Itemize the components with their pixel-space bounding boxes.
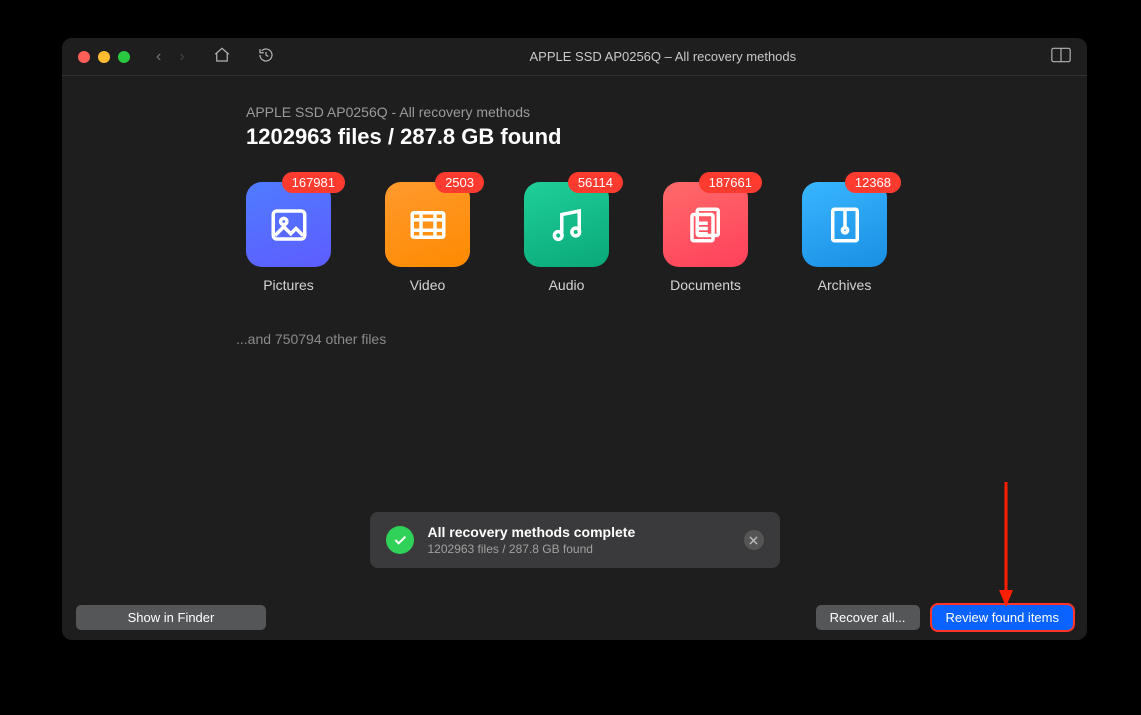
category-row: 167981 Pictures 2503 Video 56114 Audio (246, 182, 1047, 293)
video-label: Video (410, 277, 446, 293)
category-audio[interactable]: 56114 Audio (524, 182, 609, 293)
close-icon (749, 536, 758, 545)
audio-tile: 56114 (524, 182, 609, 267)
window-title: APPLE SSD AP0256Q – All recovery methods (275, 49, 1051, 64)
documents-tile: 187661 (663, 182, 748, 267)
documents-icon (685, 204, 727, 246)
video-icon (407, 204, 449, 246)
check-icon (386, 526, 414, 554)
archives-label: Archives (818, 277, 872, 293)
nav-forward-button[interactable]: › (179, 49, 184, 65)
toast-close-button[interactable] (744, 530, 764, 550)
zoom-window-button[interactable] (118, 51, 130, 63)
video-count-badge: 2503 (435, 172, 484, 193)
category-video[interactable]: 2503 Video (385, 182, 470, 293)
documents-label: Documents (670, 277, 741, 293)
toast-subtitle: 1202963 files / 287.8 GB found (428, 542, 730, 556)
titlebar: ‹ › APPLE SSD AP0256Q – All recovery met… (62, 38, 1087, 76)
home-icon[interactable] (213, 46, 231, 67)
completion-toast: All recovery methods complete 1202963 fi… (370, 512, 780, 568)
review-found-items-button[interactable]: Review found items (932, 605, 1073, 630)
archives-count-badge: 12368 (845, 172, 901, 193)
audio-count-badge: 56114 (568, 172, 623, 193)
scan-source-label: APPLE SSD AP0256Q - All recovery methods (246, 104, 1047, 120)
other-files-line: ...and 750794 other files (236, 331, 1047, 347)
pictures-count-badge: 167981 (282, 172, 345, 193)
documents-count-badge: 187661 (699, 172, 762, 193)
window-controls (78, 51, 130, 63)
scan-summary: 1202963 files / 287.8 GB found (246, 124, 1047, 150)
archives-icon (824, 204, 866, 246)
category-archives[interactable]: 12368 Archives (802, 182, 887, 293)
minimize-window-button[interactable] (98, 51, 110, 63)
pictures-label: Pictures (263, 277, 314, 293)
recover-all-button[interactable]: Recover all... (816, 605, 920, 630)
nav-back-button[interactable]: ‹ (156, 49, 161, 65)
audio-icon (546, 204, 588, 246)
footer-bar: Show in Finder Recover all... Review fou… (62, 594, 1087, 640)
category-pictures[interactable]: 167981 Pictures (246, 182, 331, 293)
close-window-button[interactable] (78, 51, 90, 63)
toast-title: All recovery methods complete (428, 524, 730, 540)
category-documents[interactable]: 187661 Documents (663, 182, 748, 293)
show-in-finder-button[interactable]: Show in Finder (76, 605, 266, 630)
video-tile: 2503 (385, 182, 470, 267)
pictures-icon (268, 204, 310, 246)
app-window: ‹ › APPLE SSD AP0256Q – All recovery met… (62, 38, 1087, 640)
pictures-tile: 167981 (246, 182, 331, 267)
panel-toggle-icon[interactable] (1051, 46, 1071, 67)
history-icon[interactable] (257, 46, 275, 67)
audio-label: Audio (549, 277, 585, 293)
archives-tile: 12368 (802, 182, 887, 267)
